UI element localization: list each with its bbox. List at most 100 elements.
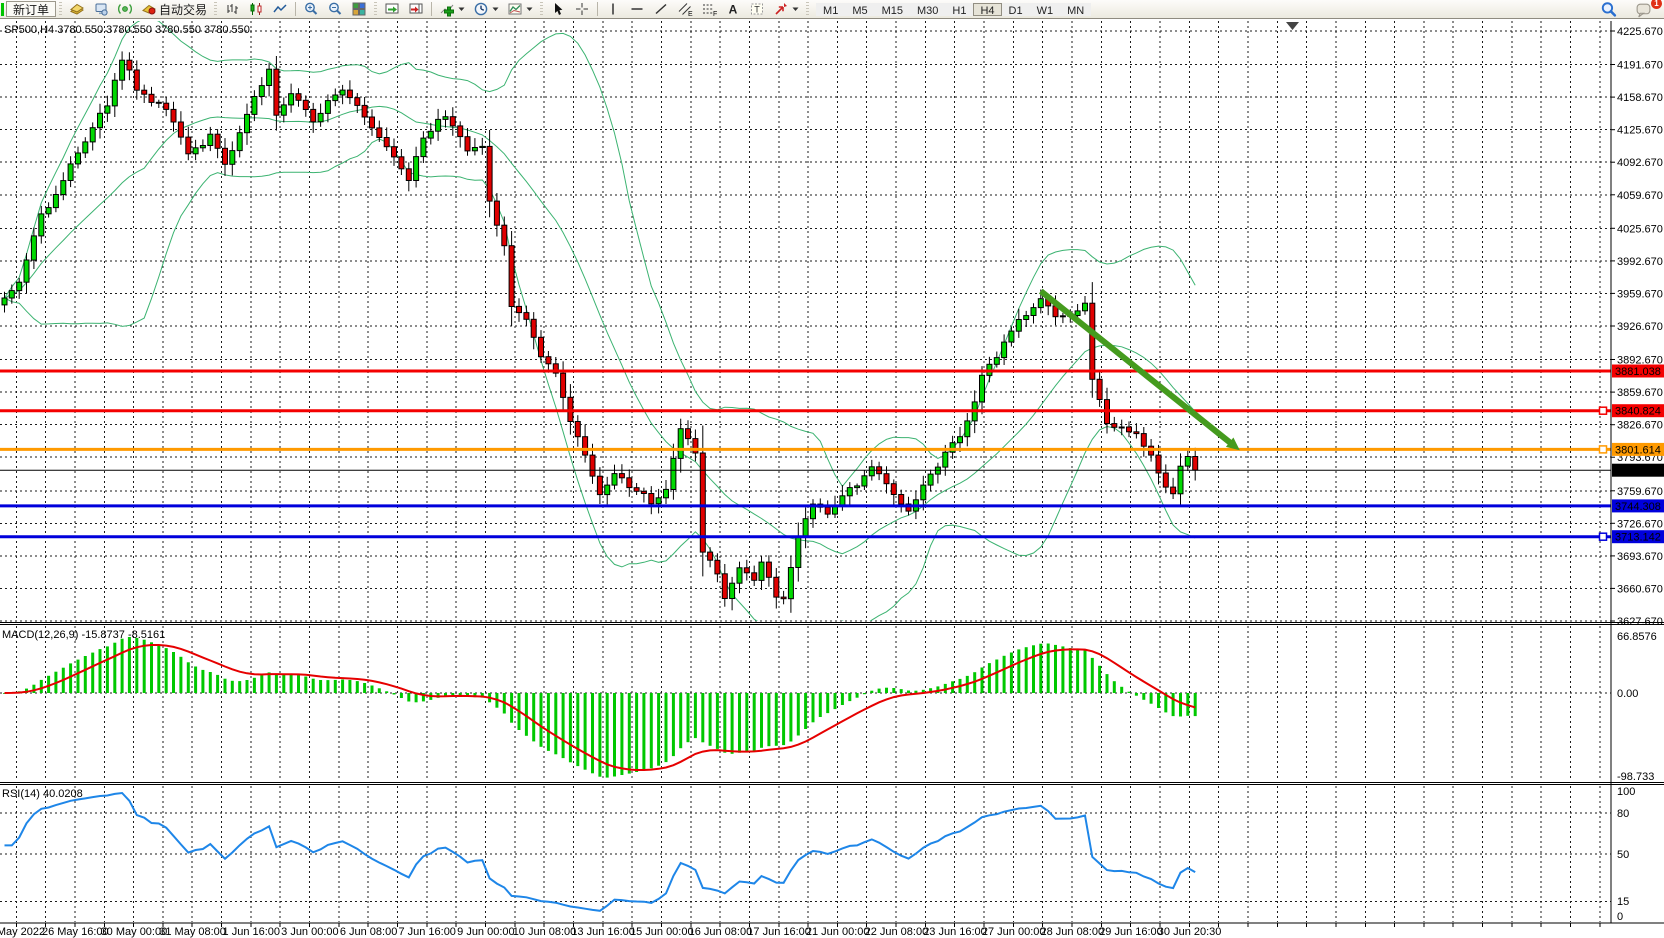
svg-text:21 Jun 00:00: 21 Jun 00:00 [806,926,870,938]
autotrade-icon [141,1,157,17]
hline-handle[interactable] [1600,533,1607,540]
terminal-button[interactable] [89,1,113,17]
hline-handle[interactable] [1600,407,1607,414]
search-button[interactable] [1596,1,1621,17]
toolbar-grip [59,2,62,16]
candlestick-chart-icon [248,1,264,17]
equidistant-channel-icon: E [677,1,693,17]
svg-text:9 Jun 00:00: 9 Jun 00:00 [457,926,515,938]
toolbar-grip [540,2,543,16]
timeframe-M1-button[interactable]: M1 [816,3,845,16]
timeframe-M30-button[interactable]: M30 [910,3,945,16]
signal-button[interactable] [113,1,137,17]
svg-text:4059.670: 4059.670 [1617,190,1663,202]
svg-text:3744.308: 3744.308 [1615,501,1661,513]
cursor-icon [550,1,566,17]
svg-text:3881.038: 3881.038 [1615,366,1661,378]
horizontal-line-tool-button[interactable] [625,1,649,17]
zoom-in-button[interactable] [299,1,323,17]
add-indicator-icon [439,1,455,17]
svg-text:E: E [688,11,693,17]
signal-icon [117,1,133,17]
svg-text:3801.614: 3801.614 [1615,444,1661,456]
svg-text:3959.670: 3959.670 [1617,288,1663,300]
svg-text:A: A [729,3,738,17]
svg-text:3780.550: 3780.550 [1615,465,1661,477]
timeframe-W1-button[interactable]: W1 [1030,3,1061,16]
bar-chart-icon [224,1,240,17]
clock-icon [473,1,489,17]
hline-handle[interactable] [1600,446,1607,453]
svg-text:13 Jun 16:00: 13 Jun 16:00 [571,926,635,938]
svg-text:May 2022: May 2022 [0,926,45,938]
auto-scroll-icon [384,1,400,17]
templates-button[interactable] [503,1,537,17]
chart-title: SP500,H4 3780.550 3780.550 3780.550 3780… [4,24,250,36]
chart-shift-button[interactable] [404,1,428,17]
svg-text:26 May 16:00: 26 May 16:00 [42,926,109,938]
svg-text:4225.670: 4225.670 [1617,26,1663,38]
zoom-out-button[interactable] [323,1,347,17]
trendline-tool-button[interactable] [649,1,673,17]
arrows-tool-icon [773,1,789,17]
candlestick-chart-button[interactable] [244,1,268,17]
svg-text:4092.670: 4092.670 [1617,157,1663,169]
chart-shift-icon [408,1,424,17]
fibonacci-icon: F [701,1,717,17]
crosshair-tool-button[interactable] [570,1,594,17]
fibonacci-tool-button[interactable]: F [697,1,721,17]
price-chart[interactable]: 4225.670 4191.670 4158.670 4125.670 4092.670… [0,19,1664,938]
rsi-label: RSI(14) 40.0208 [2,788,83,800]
svg-text:4125.670: 4125.670 [1617,125,1663,137]
auto-scroll-button[interactable] [380,1,404,17]
label-tool-button[interactable]: T [745,1,769,17]
svg-text:3859.670: 3859.670 [1617,387,1663,399]
svg-text:50: 50 [1617,849,1629,861]
vertical-line-icon [605,1,621,17]
timeframe-M5-button[interactable]: M5 [845,3,874,16]
svg-text:80: 80 [1617,808,1629,820]
new-order-button[interactable]: 新订单 [6,1,56,17]
timeframe-MN-button[interactable]: MN [1060,3,1091,16]
svg-text:4158.670: 4158.670 [1617,92,1663,104]
auto-trading-button[interactable]: 自动交易 [137,1,211,17]
chevron-down-icon [492,7,499,12]
svg-text:15: 15 [1617,896,1629,908]
svg-text:66.8576: 66.8576 [1617,631,1657,643]
channel-tool-button[interactable]: E [673,1,697,17]
label-tool-icon: T [749,1,765,17]
macd-label: MACD(12,26,9) -15.8737 -8.5161 [2,629,165,641]
svg-text:15 Jun 00:00: 15 Jun 00:00 [630,926,694,938]
notification-count-badge: 1 [1651,0,1662,9]
svg-text:F: F [713,11,717,17]
timeframe-M15-button[interactable]: M15 [875,3,910,16]
svg-text:4191.670: 4191.670 [1617,60,1663,72]
toolbar: 新订单 自动交易 [0,0,1664,19]
timeframe-D1-button[interactable]: D1 [1002,3,1030,16]
svg-text:30 Jun 20:30: 30 Jun 20:30 [1158,926,1222,938]
window-edge-indicator [1,3,4,16]
svg-text:28 Jun 08:00: 28 Jun 08:00 [1040,926,1104,938]
bar-chart-button[interactable] [220,1,244,17]
vertical-line-tool-button[interactable] [601,1,625,17]
svg-text:3726.670: 3726.670 [1617,518,1663,530]
text-tool-button[interactable]: A [721,1,745,17]
new-chart-button[interactable] [65,1,89,17]
cursor-tool-button[interactable] [546,1,570,17]
tile-windows-button[interactable] [347,1,371,17]
svg-text:T: T [754,5,760,15]
svg-text:3826.670: 3826.670 [1617,420,1663,432]
arrows-tool-button[interactable] [769,1,803,17]
timeframe-H4-button[interactable]: H4 [973,3,1001,16]
svg-text:27 Jun 00:00: 27 Jun 00:00 [982,926,1046,938]
svg-text:31 May 08:00: 31 May 08:00 [159,926,226,938]
crosshair-icon [574,1,590,17]
timeframe-H1-button[interactable]: H1 [945,3,973,16]
periods-button[interactable] [469,1,503,17]
add-indicator-button[interactable] [435,1,469,17]
zoom-in-icon [303,1,319,17]
notifications-button[interactable]: 1 [1631,1,1656,17]
svg-text:29 Jun 16:00: 29 Jun 16:00 [1099,926,1163,938]
svg-text:22 Jun 08:00: 22 Jun 08:00 [865,926,929,938]
line-chart-button[interactable] [268,1,292,17]
